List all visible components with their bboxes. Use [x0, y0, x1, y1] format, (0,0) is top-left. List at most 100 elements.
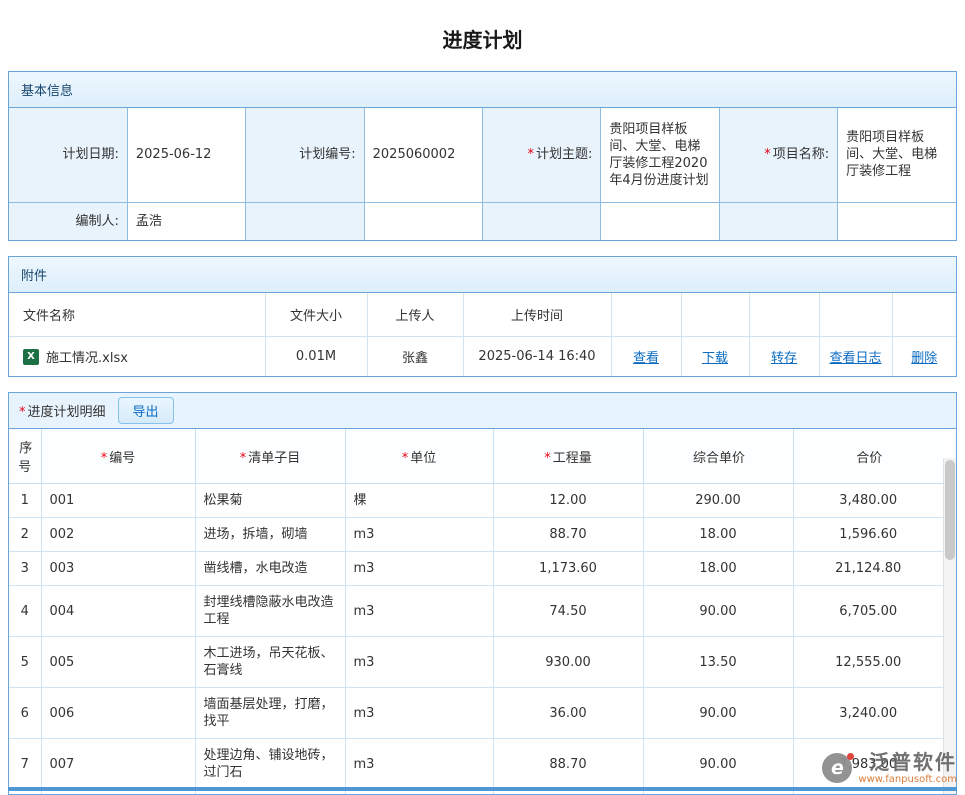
form-row: 计划日期: 2025-06-12 计划编号: 2025060002 *计划主题:…	[9, 108, 956, 202]
attachments-panel: 附件 文件名称 文件大小 上传人 上传时间 X	[8, 256, 957, 377]
required-mark: *	[527, 147, 534, 162]
required-mark: *	[19, 405, 26, 420]
basic-info-table: 计划日期: 2025-06-12 计划编号: 2025060002 *计划主题:…	[9, 108, 956, 240]
required-mark: *	[101, 451, 108, 466]
basic-info-panel: 基本信息 计划日期: 2025-06-12 计划编号: 2025060002 *…	[8, 71, 957, 241]
detail-cell: 36.00	[493, 688, 643, 739]
detail-cell: 930.00	[493, 637, 643, 688]
delete-link[interactable]: 删除	[911, 351, 937, 366]
attachments-section-header: 附件	[9, 257, 956, 293]
page-title: 进度计划	[0, 0, 965, 71]
uploader-header: 上传人	[367, 293, 463, 337]
project-name-label: *项目名称:	[719, 108, 837, 202]
detail-scrollbar[interactable]	[943, 458, 956, 794]
required-mark: *	[240, 451, 247, 466]
file-name-header: 文件名称	[9, 293, 265, 337]
plan-date-value: 2025-06-12	[127, 108, 245, 202]
file-name-cell: X 施工情况.xlsx	[9, 337, 265, 377]
download-cell: 下载	[681, 337, 749, 377]
detail-cell: 墙面基层处理，打磨，找平	[195, 688, 345, 739]
unit-price-column-header: 综合单价	[643, 429, 793, 484]
detail-row: 6006墙面基层处理，打磨，找平m336.0090.003,240.00	[9, 688, 943, 739]
detail-cell: 90.00	[643, 688, 793, 739]
detail-cell: 3	[9, 552, 41, 586]
detail-cell: 2	[9, 518, 41, 552]
upload-time-cell: 2025-06-14 16:40	[463, 337, 611, 377]
detail-cell: 13.50	[643, 637, 793, 688]
item-column-header: *清单子目	[195, 429, 345, 484]
field-label: 计划主题:	[536, 147, 592, 162]
detail-cell: 12,555.00	[793, 637, 943, 688]
unit-column-header: *单位	[345, 429, 493, 484]
detail-cell: 002	[41, 518, 195, 552]
detail-cell: m3	[345, 739, 493, 790]
fanpu-logo-icon: e	[822, 753, 852, 783]
fanpu-watermark: e 泛普软件 www.fanpusoft.com	[822, 751, 957, 786]
detail-cell: 木工进场，吊天花板、石膏线	[195, 637, 345, 688]
logo-glyph: e	[831, 757, 844, 779]
watermark-brand-text: 泛普软件	[869, 751, 957, 774]
detail-cell: 74.50	[493, 586, 643, 637]
export-button[interactable]: 导出	[118, 397, 174, 424]
logo-red-dot	[847, 753, 854, 760]
plan-number-label: 计划编号:	[246, 108, 364, 202]
detail-cell: 5	[9, 637, 41, 688]
detail-cell: m3	[345, 586, 493, 637]
detail-cell: 90.00	[643, 739, 793, 790]
detail-row: 3003凿线槽，水电改造m31,173.6018.0021,124.80	[9, 552, 943, 586]
detail-cell: 4	[9, 586, 41, 637]
detail-cell: 凿线槽，水电改造	[195, 552, 345, 586]
save-as-link[interactable]: 转存	[771, 351, 797, 366]
required-mark: *	[544, 451, 551, 466]
view-link[interactable]: 查看	[633, 351, 659, 366]
excel-file-icon: X	[23, 349, 39, 365]
watermark-text-block: 泛普软件 www.fanpusoft.com	[858, 751, 957, 786]
file-name-text: 施工情况.xlsx	[46, 347, 128, 366]
file-size-cell: 0.01M	[265, 337, 367, 377]
empty-value-cell	[364, 202, 482, 240]
detail-row: 4004封埋线槽隐蔽水电改造工程m374.5090.006,705.00	[9, 586, 943, 637]
empty-header	[611, 293, 681, 337]
detail-cell: 3,480.00	[793, 484, 943, 518]
required-mark: *	[764, 147, 771, 162]
plan-subject-value: 贵阳项目样板间、大堂、电梯厅装修工程2020年4月份进度计划	[601, 108, 719, 202]
detail-cell: 3,240.00	[793, 688, 943, 739]
attachment-row: X 施工情况.xlsx 0.01M 张鑫 2025-06-14 16:40 查看…	[9, 337, 956, 377]
empty-value-cell	[838, 202, 956, 240]
column-label: 工程量	[553, 451, 592, 466]
detail-cell: 1	[9, 484, 41, 518]
detail-cell: 6,705.00	[793, 586, 943, 637]
download-link[interactable]: 下载	[702, 351, 728, 366]
detail-cell: 007	[41, 739, 195, 790]
bottom-divider	[8, 787, 957, 791]
empty-header	[749, 293, 819, 337]
detail-cell: m3	[345, 688, 493, 739]
detail-section-title: *进度计划明细	[19, 401, 106, 420]
column-label: 编号	[109, 451, 135, 466]
detail-cell: 7	[9, 739, 41, 790]
detail-title-text: 进度计划明细	[28, 405, 106, 420]
empty-label-cell	[483, 202, 601, 240]
detail-cell: 处理边角、铺设地砖，过门石	[195, 739, 345, 790]
seq-column-header: 序号	[9, 429, 41, 484]
detail-cell: 290.00	[643, 484, 793, 518]
project-name-value: 贵阳项目样板间、大堂、电梯厅装修工程	[838, 108, 956, 202]
quantity-column-header: *工程量	[493, 429, 643, 484]
detail-cell: 88.70	[493, 518, 643, 552]
column-label: 清单子目	[248, 451, 300, 466]
view-log-cell: 查看日志	[819, 337, 892, 377]
detail-cell: 18.00	[643, 518, 793, 552]
delete-cell: 删除	[892, 337, 956, 377]
empty-value-cell	[601, 202, 719, 240]
detail-cell: 90.00	[643, 586, 793, 637]
view-log-link[interactable]: 查看日志	[829, 351, 881, 366]
attachments-section-title: 附件	[21, 269, 47, 284]
basic-info-section-header: 基本信息	[9, 72, 956, 108]
attachments-table: 文件名称 文件大小 上传人 上传时间 X 施工情况.xlsx 0.01M	[9, 293, 956, 376]
empty-header	[681, 293, 749, 337]
detail-cell: 005	[41, 637, 195, 688]
scrollbar-thumb[interactable]	[945, 460, 955, 560]
field-label: 计划日期:	[62, 147, 118, 162]
form-row: 编制人: 孟浩	[9, 202, 956, 240]
detail-cell: 006	[41, 688, 195, 739]
